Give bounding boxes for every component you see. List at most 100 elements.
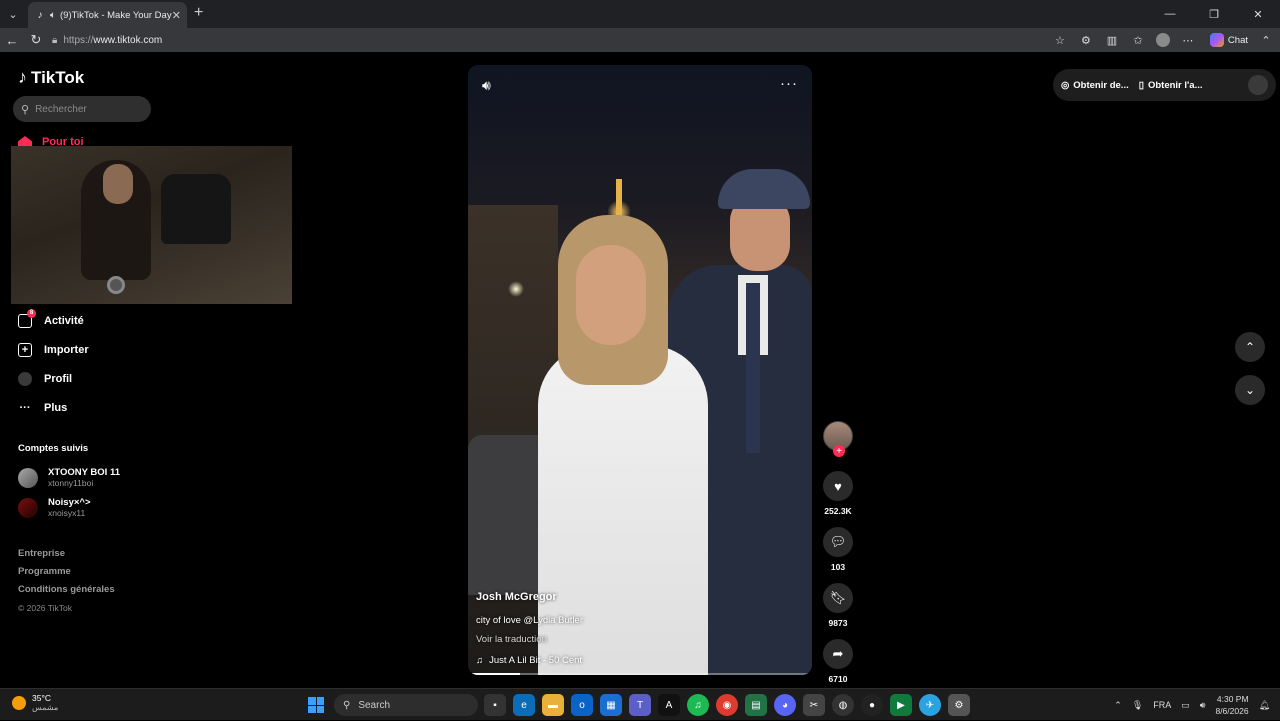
chrome-icon[interactable]: ◉: [716, 694, 738, 716]
share-button[interactable]: ➦: [823, 639, 853, 669]
edge-icon[interactable]: e: [513, 694, 535, 716]
recorder-icon[interactable]: ●: [861, 694, 883, 716]
tiktok-page: ♪ TikTok ⚲ Rechercher Pour toi 8 Activit…: [4, 53, 1276, 686]
obs-icon[interactable]: ◍: [832, 694, 854, 716]
speaker-icon[interactable]: 🔊︎: [1200, 700, 1206, 711]
tiktok-logo[interactable]: ♪ TikTok: [18, 67, 84, 88]
get-app-button[interactable]: ▯ Obtenir l'a...: [1139, 80, 1203, 91]
streamer-face: [103, 164, 133, 204]
creator-avatar[interactable]: +: [823, 421, 853, 457]
outlook-icon[interactable]: o: [571, 694, 593, 716]
video-author[interactable]: Josh McGregor: [476, 591, 583, 603]
comment-button[interactable]: 💬︎: [823, 527, 853, 557]
tab-close-icon[interactable]: ✕: [172, 9, 181, 22]
following-avatar: [18, 468, 38, 488]
search-input[interactable]: ⚲ Rechercher: [13, 96, 151, 122]
get-coins-label: Obtenir de...: [1073, 79, 1129, 91]
save-button[interactable]: 🔖︎: [823, 583, 853, 613]
sidebar-footer: Entreprise Programme Conditions générale…: [18, 545, 115, 617]
nvidia-icon[interactable]: A: [658, 694, 680, 716]
video-scene-car: [468, 435, 538, 595]
tray-overflow-icon[interactable]: ⌃: [1114, 700, 1122, 711]
comment-count: 103: [830, 562, 846, 572]
network-icon[interactable]: ▭: [1181, 700, 1190, 711]
user-avatar[interactable]: [1248, 75, 1268, 95]
video-more-icon[interactable]: ···: [780, 75, 798, 92]
spotify-icon[interactable]: ♫: [687, 694, 709, 716]
file-explorer-icon[interactable]: ▬: [542, 694, 564, 716]
footer-link-program[interactable]: Programme: [18, 563, 115, 581]
gaming-chair: [161, 174, 231, 244]
brand-name: TikTok: [31, 67, 85, 87]
settings-more-icon[interactable]: ⋯: [1180, 32, 1196, 48]
following-item[interactable]: XTOONY BOI 11 xtonny11boi: [18, 467, 120, 489]
bookmark-icon: 🔖︎: [829, 590, 847, 605]
favorites-icon[interactable]: ✩: [1130, 32, 1146, 48]
lock-icon[interactable]: 🔒︎: [52, 35, 57, 46]
nav-upload[interactable]: + Importer: [18, 335, 89, 364]
previous-video-button[interactable]: ⌃: [1235, 332, 1265, 362]
music-title: Just A Lil Bit - 50 Cent: [489, 655, 583, 666]
back-icon[interactable]: ←: [0, 28, 24, 52]
video-scene-cap: [718, 169, 810, 209]
split-screen-icon[interactable]: ▥: [1104, 32, 1120, 48]
browser-toolbar-icons: ☆ ⚙ ▥ ✩ ⋯ Chat ⌃: [1052, 28, 1274, 52]
tab-actions-menu-icon[interactable]: ⌄: [0, 0, 26, 28]
follow-plus-icon[interactable]: +: [833, 445, 845, 457]
clock-date: 8/6/2026: [1215, 706, 1249, 716]
nav-activity[interactable]: 8 Activité: [18, 306, 89, 335]
clock[interactable]: 4:30 PM 8/6/2026: [1215, 693, 1248, 717]
calculator-icon[interactable]: ▤: [745, 694, 767, 716]
address-bar[interactable]: 🔒︎ https:// www.tiktok.com: [52, 30, 1092, 50]
teams-icon[interactable]: T: [629, 694, 651, 716]
copyright: © 2026 TikTok: [18, 603, 72, 613]
extensions-icon[interactable]: ⚙: [1078, 32, 1094, 48]
inbox-icon: 8: [18, 308, 36, 328]
video-actions: + ♥ 252.3K 💬︎ 103 🔖︎ 9873 ➦ 6710: [822, 421, 854, 695]
video-progress-bar[interactable]: [468, 673, 812, 675]
video-player[interactable]: 🔊︎ ··· Josh McGregor city of love @Lydia…: [468, 65, 812, 675]
share-count: 6710: [828, 674, 848, 684]
settings-gear-icon[interactable]: ⚙: [948, 694, 970, 716]
notifications-bell-icon[interactable]: 🔔︎: [1259, 700, 1270, 711]
see-translation-link[interactable]: Voir la traduction: [476, 634, 583, 645]
copilot-chat-button[interactable]: Chat: [1209, 33, 1248, 47]
like-button[interactable]: ♥: [823, 471, 853, 501]
weather-widget[interactable]: 35°C مشمس: [12, 693, 58, 713]
browser-profile-avatar[interactable]: [1155, 33, 1170, 47]
task-view-icon[interactable]: ▪: [484, 694, 506, 716]
terminal-icon[interactable]: ▶: [890, 694, 912, 716]
nav-profile[interactable]: Profil: [18, 364, 89, 393]
microphone-icon[interactable]: 🎙︎: [1132, 700, 1143, 711]
volume-icon[interactable]: 🔊︎: [482, 77, 491, 94]
footer-link-company[interactable]: Entreprise: [18, 545, 115, 563]
chat-label: Chat: [1227, 34, 1248, 46]
taskbar-search[interactable]: ⚲ Search: [334, 694, 478, 716]
weather-temp: 35°C: [32, 693, 51, 703]
following-item[interactable]: Noisy×^> xnoisyx11: [18, 497, 91, 519]
language-indicator[interactable]: FRA: [1153, 700, 1171, 710]
maximize-icon[interactable]: ❐: [1192, 0, 1236, 28]
get-app-label: Obtenir l'a...: [1147, 79, 1203, 91]
new-tab-button[interactable]: +: [194, 4, 203, 22]
webcam-overlay: [11, 146, 292, 304]
refresh-icon[interactable]: ↻: [24, 28, 48, 52]
get-coins-button[interactable]: ◎ Obtenir de...: [1061, 80, 1129, 91]
windows-start-icon[interactable]: [308, 697, 324, 713]
next-video-button[interactable]: ⌄: [1235, 375, 1265, 405]
video-music[interactable]: ♫ Just A Lil Bit - 50 Cent: [476, 655, 583, 666]
favorite-star-icon[interactable]: ☆: [1052, 32, 1068, 48]
sidebar-toggle-icon[interactable]: ⌃: [1258, 32, 1274, 48]
browser-tab-tiktok[interactable]: ♪ 🔈︎ (9)TikTok - Make Your Day ✕: [28, 2, 187, 28]
snipping-tool-icon[interactable]: ✂: [803, 694, 825, 716]
telegram-icon[interactable]: ✈: [919, 694, 941, 716]
store-icon[interactable]: ▦: [600, 694, 622, 716]
minimize-icon[interactable]: —: [1148, 0, 1192, 28]
footer-link-terms[interactable]: Conditions générales: [18, 581, 115, 599]
discord-icon[interactable]: ◕: [774, 694, 796, 716]
tab-audio-icon[interactable]: 🔈︎: [50, 10, 56, 21]
nav-more[interactable]: ··· Plus: [18, 393, 89, 422]
window-close-icon[interactable]: ✕: [1236, 0, 1280, 28]
comment-icon: 💬︎: [829, 534, 847, 549]
video-scene-tie: [746, 283, 760, 453]
